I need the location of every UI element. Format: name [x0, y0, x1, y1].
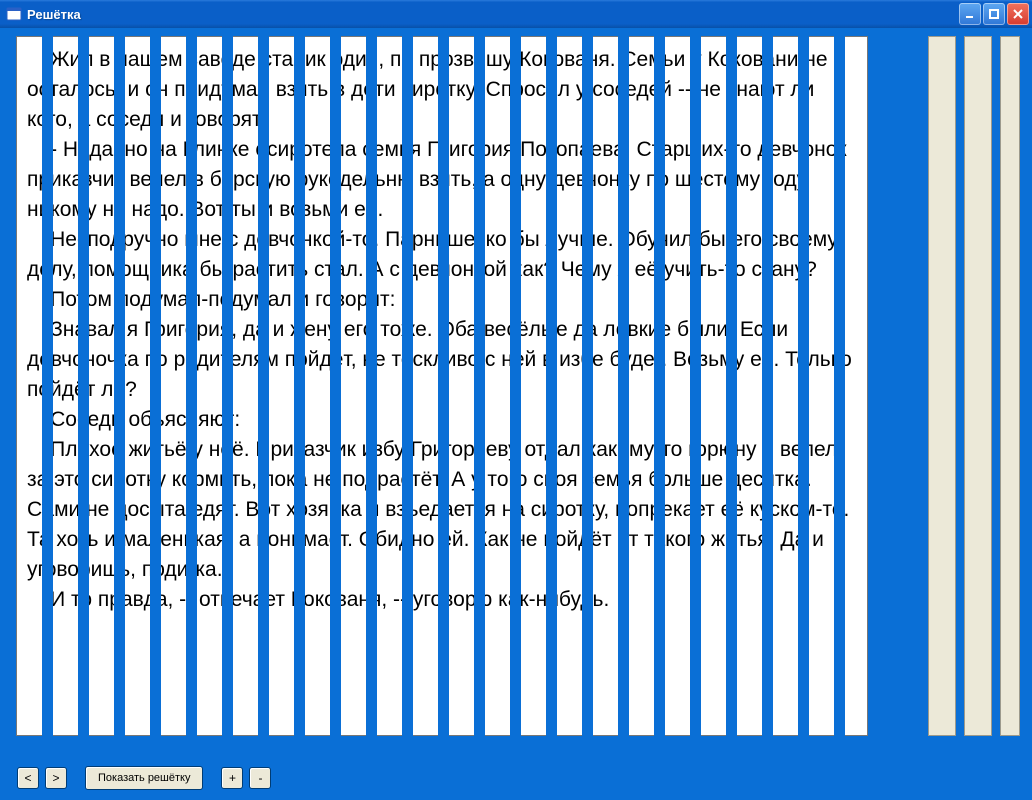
app-icon [6, 6, 22, 22]
minus-button[interactable]: - [249, 767, 271, 789]
story-paragraph: Жил в нашем заводе старик один, по прозв… [27, 45, 857, 135]
window-buttons [959, 3, 1029, 25]
toolbar: < > Показать решётку + - [3, 759, 1029, 797]
story-paragraph: Соседи объясняют: [27, 405, 857, 435]
side-strip-3 [1000, 36, 1020, 736]
client-area: Жил в нашем заводе старик один, по прозв… [3, 28, 1029, 797]
close-button[interactable] [1007, 3, 1029, 25]
plus-button[interactable]: + [221, 767, 243, 789]
side-strip-1 [928, 36, 956, 736]
prev-button[interactable]: < [17, 767, 39, 789]
grid-bar [870, 36, 881, 736]
story-paragraph: Знавал я Григория, да и жену его тоже. О… [27, 315, 857, 405]
side-strip-2 [964, 36, 992, 736]
story-text: Жил в нашем заводе старик один, по прозв… [17, 37, 867, 621]
next-button[interactable]: > [45, 767, 67, 789]
story-paragraph: И то правда, -- отвечает Кокованя, -- уг… [27, 585, 857, 615]
story-paragraph: Несподручно мне с девчонкой-то. Парнишеч… [27, 225, 857, 285]
window-title: Решётка [27, 7, 959, 22]
story-paragraph: - Недавно на Глинке осиротела семья Григ… [27, 135, 857, 225]
viewport: Жил в нашем заводе старик один, по прозв… [10, 36, 1022, 755]
text-panel[interactable]: Жил в нашем заводе старик один, по прозв… [16, 36, 868, 736]
story-paragraph: Плохое житьё у неё. Приказчик избу Григо… [27, 435, 857, 585]
story-paragraph: Потом подумал-подумал и говорит: [27, 285, 857, 315]
maximize-button[interactable] [983, 3, 1005, 25]
show-grid-button[interactable]: Показать решётку [85, 766, 203, 790]
minimize-button[interactable] [959, 3, 981, 25]
app-window: Решётка Жил в нашем заводе старик один, … [0, 0, 1032, 800]
titlebar[interactable]: Решётка [0, 0, 1032, 28]
